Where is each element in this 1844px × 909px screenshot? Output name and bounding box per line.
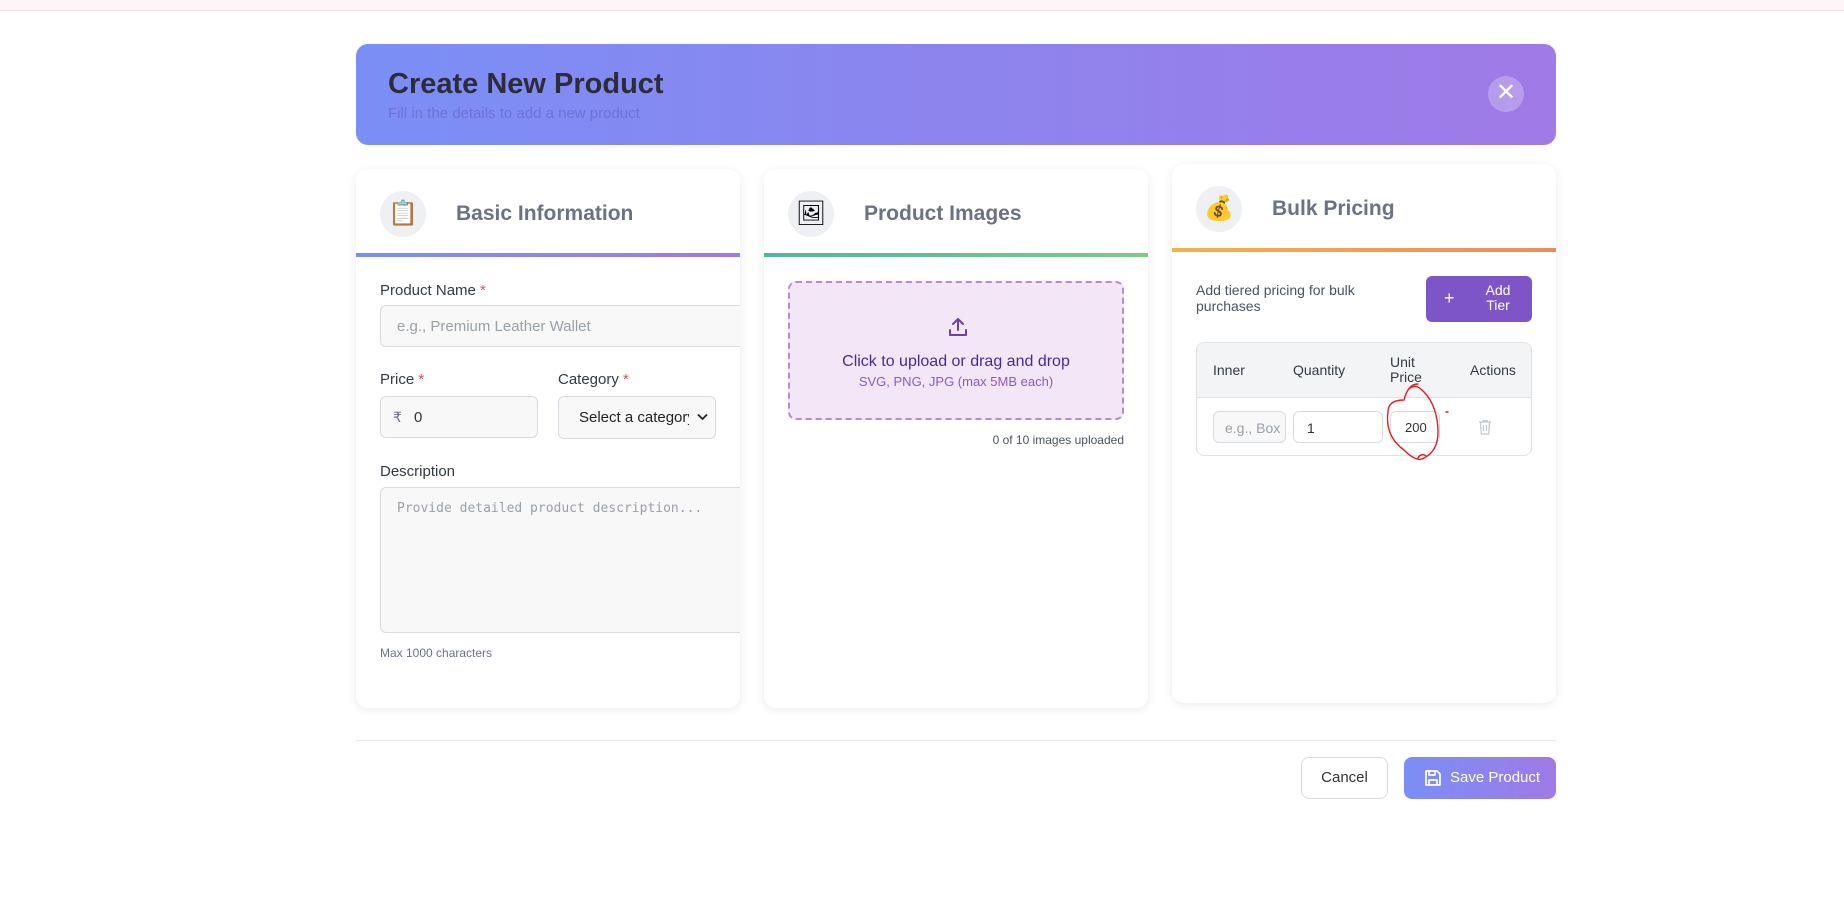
category-select[interactable]: Select a category [558, 396, 716, 439]
bulk-pricing-description: Add tiered pricing for bulk purchases [1196, 282, 1355, 314]
save-product-label: Save Product [1450, 769, 1541, 786]
framed-picture-icon: 🖼 [788, 191, 834, 237]
quantity-value: 1 [1307, 420, 1315, 436]
bulk-pricing-table: Inner Quantity Unit Price Actions e.g., … [1196, 342, 1532, 456]
price-label-text: Price [380, 371, 415, 388]
price-label: Price * [380, 371, 424, 388]
basic-information-card: 📋 Basic Information Product Name * e.g.,… [356, 169, 740, 708]
money-bag-icon: 💰 [1196, 186, 1242, 232]
product-images-accent-bar [764, 253, 1148, 257]
images-count: 0 of 10 images uploaded [992, 433, 1124, 447]
rupee-icon: ₹ [393, 409, 402, 425]
modal-header: Create New Product Fill in the details t… [356, 44, 1556, 145]
upload-sub-text: SVG, PNG, JPG (max 5MB each) [858, 374, 1054, 389]
clipboard-icon: 📋 [380, 191, 426, 237]
price-value: 0 [414, 409, 423, 426]
annotation-circle [1386, 383, 1449, 460]
bulk-pricing-card: 💰 Bulk Pricing Add tiered pricing for bu… [1172, 164, 1556, 703]
product-name-label: Product Name * [380, 282, 486, 299]
column-header-quantity: Quantity [1293, 362, 1346, 378]
inner-input[interactable]: e.g., Box [1213, 411, 1286, 443]
footer-divider [356, 740, 1556, 741]
basic-information-accent-bar [356, 253, 740, 257]
floppy-disk-icon [1425, 770, 1441, 786]
column-header-actions: Actions [1470, 362, 1516, 378]
close-icon: ✕ [1495, 79, 1517, 106]
add-tier-button[interactable]: + Add Tier [1426, 276, 1532, 322]
table-row: e.g., Box 1 200 [1197, 399, 1531, 455]
basic-information-header: 📋 Basic Information [356, 169, 740, 257]
modal-subtitle: Fill in the details to add a new product [388, 105, 640, 122]
modal-title: Create New Product [388, 68, 664, 100]
product-name-placeholder: e.g., Premium Leather Wallet [397, 318, 591, 335]
product-images-card: 🖼 Product Images Click to upload or drag… [764, 169, 1148, 708]
image-upload-dropzone[interactable]: Click to upload or drag and drop SVG, PN… [788, 281, 1124, 420]
top-strip [0, 0, 1844, 11]
bulk-pricing-accent-bar [1172, 248, 1556, 252]
price-input[interactable]: ₹ 0 [380, 396, 538, 438]
close-button[interactable]: ✕ [1488, 76, 1524, 112]
inner-placeholder: e.g., Box [1225, 420, 1281, 436]
description-placeholder: Provide detailed product description... [397, 501, 703, 516]
table-header: Inner Quantity Unit Price Actions [1197, 343, 1531, 398]
product-name-label-text: Product Name [380, 282, 476, 299]
category-selected-value: Select a category [579, 409, 689, 426]
cancel-button[interactable]: Cancel [1301, 757, 1388, 799]
required-mark: * [480, 282, 486, 299]
column-header-inner: Inner [1213, 362, 1245, 378]
category-label-text: Category [558, 371, 619, 388]
description-label: Description [380, 463, 456, 480]
quantity-input[interactable]: 1 [1293, 411, 1383, 443]
plus-icon: + [1444, 288, 1455, 308]
required-mark: * [623, 371, 629, 388]
description-textarea[interactable]: Provide detailed product description... [380, 487, 740, 633]
trash-icon[interactable] [1478, 419, 1492, 435]
description-hint: Max 1000 characters [380, 646, 493, 660]
product-images-title: Product Images [864, 202, 1022, 225]
upload-main-text: Click to upload or drag and drop [842, 353, 1070, 370]
add-tier-label: Add Tier [1485, 282, 1511, 313]
save-product-button[interactable]: Save Product [1404, 757, 1556, 799]
basic-information-title: Basic Information [456, 202, 634, 225]
required-mark: * [418, 371, 425, 388]
product-name-input[interactable]: e.g., Premium Leather Wallet [380, 305, 740, 347]
chevron-down-icon [697, 413, 708, 421]
upload-icon [949, 318, 967, 336]
bulk-pricing-header: 💰 Bulk Pricing [1172, 164, 1556, 252]
bulk-pricing-title: Bulk Pricing [1272, 197, 1395, 220]
product-images-header: 🖼 Product Images [764, 169, 1148, 257]
category-label: Category * [558, 371, 629, 388]
